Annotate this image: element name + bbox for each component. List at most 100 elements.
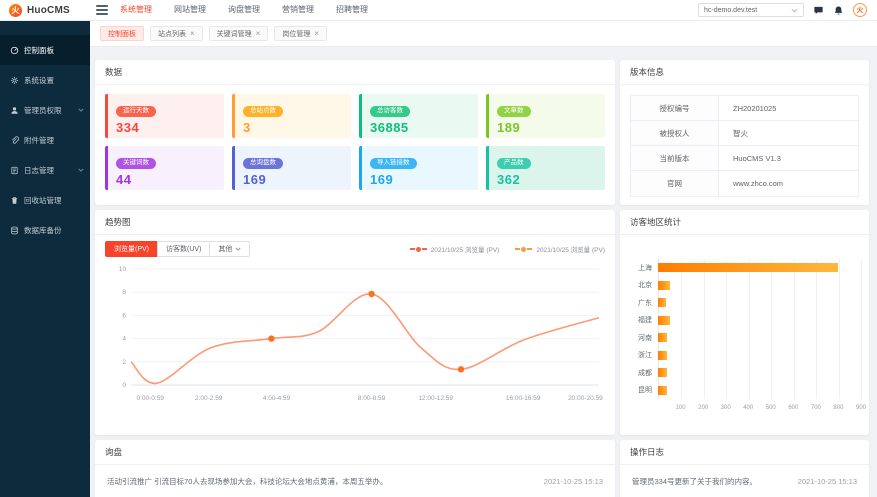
bar-category-label: 广东: [628, 298, 652, 308]
panel-region-title: 访客地区统计: [620, 210, 869, 235]
inquiry-item[interactable]: 活动引流推广 引流目标70人去现场参加大会，科技论坛大会地点黄浦，本周五举办。2…: [95, 465, 615, 487]
stat-card-value: 44: [116, 172, 216, 187]
sidebar-item-2[interactable]: 系统设置: [0, 65, 90, 95]
panel-data: 数据 运行天数334总站点数3总访客数36885文章数189关键词数44总询盘数…: [95, 60, 615, 205]
close-icon[interactable]: ×: [314, 30, 319, 38]
stat-card-badge: 总询盘数: [243, 158, 283, 170]
bar-row: 广东: [628, 294, 865, 312]
trend-metric-button[interactable]: 其他: [209, 241, 250, 257]
x-tick-label: 300: [721, 405, 731, 411]
data-point: [268, 335, 274, 341]
y-tick-label: 0: [122, 382, 126, 389]
nav-item[interactable]: 网站管理: [174, 0, 206, 20]
stat-cards: 运行天数334总站点数3总访客数36885文章数189关键词数44总询盘数169…: [95, 85, 615, 199]
dashboard-icon: [10, 46, 19, 55]
bar-track: [658, 333, 861, 342]
bar-category-label: 浙江: [628, 350, 652, 360]
oplog-item[interactable]: 管理员334号更新了关于我们的内容。2021-10-25 15:13: [620, 465, 869, 487]
bar: [658, 316, 670, 325]
bar-track: [658, 351, 861, 360]
bar-category-label: 北京: [628, 280, 652, 290]
sidebar-item-7[interactable]: 数据库备份: [0, 215, 90, 245]
x-tick-label: 600: [788, 405, 798, 411]
inquiry-list: 活动引流推广 引流目标70人去现场参加大会，科技论坛大会地点黄浦，本周五举办。2…: [95, 465, 615, 487]
message-icon[interactable]: [813, 5, 824, 16]
sidebar-item-6[interactable]: 回收站管理: [0, 185, 90, 215]
sidebar-item-5[interactable]: 日志管理: [0, 155, 90, 185]
user-icon: [10, 106, 19, 115]
y-tick-label: 2: [122, 359, 126, 366]
view-tab[interactable]: 站点列表×: [150, 26, 203, 41]
chevron-down-icon: [78, 107, 84, 113]
database-icon: [10, 226, 19, 235]
nav-item[interactable]: 营销管理: [282, 0, 314, 20]
bar: [658, 368, 667, 377]
stat-card: 总询盘数 169: [232, 146, 351, 190]
stat-card: 产品数362: [486, 146, 605, 190]
legend-item[interactable]: 2021/10/25 浏览量 (PV): [410, 244, 500, 254]
bar-row: 福建: [628, 312, 865, 330]
stat-card-value: 169: [243, 172, 343, 187]
bar-row: 上海: [628, 259, 865, 277]
avatar[interactable]: 火: [853, 3, 867, 17]
x-tick-label: 0:00-0:59: [136, 395, 164, 402]
chevron-down-icon: [235, 247, 241, 251]
nav-item[interactable]: 招聘管理: [336, 0, 368, 20]
x-tick-label: 700: [811, 405, 821, 411]
nav-item[interactable]: 系统管理: [120, 0, 152, 20]
logo: 火 HuoCMS: [0, 4, 90, 17]
x-tick-label: 2:00-2:59: [195, 395, 223, 402]
panel-oplog: 操作日志 管理员334号更新了关于我们的内容。2021-10-25 15:13: [620, 440, 869, 497]
version-row: 官网www.zhco.com: [631, 171, 858, 196]
bar: [658, 281, 670, 290]
bar-category-label: 昆明: [628, 385, 652, 395]
version-row-label: 授权编号: [631, 96, 719, 120]
stat-card: 导入链接数169: [359, 146, 478, 190]
trash-icon: [10, 196, 19, 205]
stat-card: 运行天数334: [105, 94, 224, 138]
view-tab[interactable]: 岗位管理 ×: [274, 26, 327, 41]
x-tick-label: 500: [766, 405, 776, 411]
bar-category-label: 河南: [628, 333, 652, 343]
sidebar-item-3[interactable]: 管理员权限: [0, 95, 90, 125]
bar-category-label: 成都: [628, 368, 652, 378]
trend-metric-button[interactable]: 访客数(UV): [157, 241, 210, 257]
bell-icon[interactable]: [833, 5, 844, 16]
legend-item[interactable]: 2021/10/25 浏览量 (PV): [515, 244, 605, 254]
sidebar-item-1[interactable]: 控制面板: [0, 35, 90, 65]
gear-icon: [10, 76, 19, 85]
nav-item[interactable]: 询盘管理: [228, 0, 260, 20]
panel-version: 版本信息 授权编号ZH20201025被授权人智火当前版本HuoCMS V1.3…: [620, 60, 869, 205]
chevron-down-icon: [791, 8, 798, 13]
x-tick-label: 100: [676, 405, 686, 411]
panel-trend: 趋势图 浏览量(PV)访客数(UV)其他 2021/10/25 浏览量 (PV)…: [95, 210, 615, 435]
site-selector[interactable]: hc-demo.dev.test: [698, 3, 804, 17]
y-tick-label: 10: [119, 266, 127, 273]
view-tab[interactable]: 关键词管理×: [209, 26, 269, 41]
sidebar-item-4[interactable]: 附件管理: [0, 125, 90, 155]
bar-row: 北京: [628, 277, 865, 295]
bar-x-axis: 100200300400500600700800900: [658, 405, 861, 415]
view-tab[interactable]: 控制面板: [100, 26, 144, 41]
region-bar-chart: 上海北京广东福建河南浙江成都昆明100200300400500600700800…: [628, 259, 865, 429]
chart-legend: 2021/10/25 浏览量 (PV) 2021/10/25 浏览量 (PV): [410, 244, 605, 254]
close-icon[interactable]: ×: [256, 30, 261, 38]
x-tick-label: 800: [833, 405, 843, 411]
chevron-down-icon: [78, 167, 84, 173]
bar-track: [658, 281, 861, 290]
trend-line-chart: 02468100:00-0:592:00-2:594:00-4:598:00-8…: [105, 261, 605, 411]
stat-card-value: 189: [497, 120, 597, 135]
menu-collapse-icon[interactable]: [96, 5, 108, 15]
version-row-label: 当前版本: [631, 146, 719, 170]
tab-bar: 控制面板 站点列表× 关键词管理× 岗位管理 ×: [90, 21, 877, 47]
legend-marker: [410, 247, 427, 252]
view-tab-label: 控制面板: [108, 29, 136, 39]
bar-track: [658, 298, 861, 307]
trend-metric-button[interactable]: 浏览量(PV): [105, 241, 158, 257]
view-tab-label: 岗位管理: [282, 29, 310, 39]
panel-version-title: 版本信息: [620, 60, 869, 85]
close-icon[interactable]: ×: [190, 30, 195, 38]
x-tick-label: 8:00-8:59: [358, 395, 386, 402]
sidebar: 控制面板系统设置管理员权限附件管理日志管理回收站管理数据库备份: [0, 21, 90, 497]
bar-row: 昆明: [628, 382, 865, 400]
